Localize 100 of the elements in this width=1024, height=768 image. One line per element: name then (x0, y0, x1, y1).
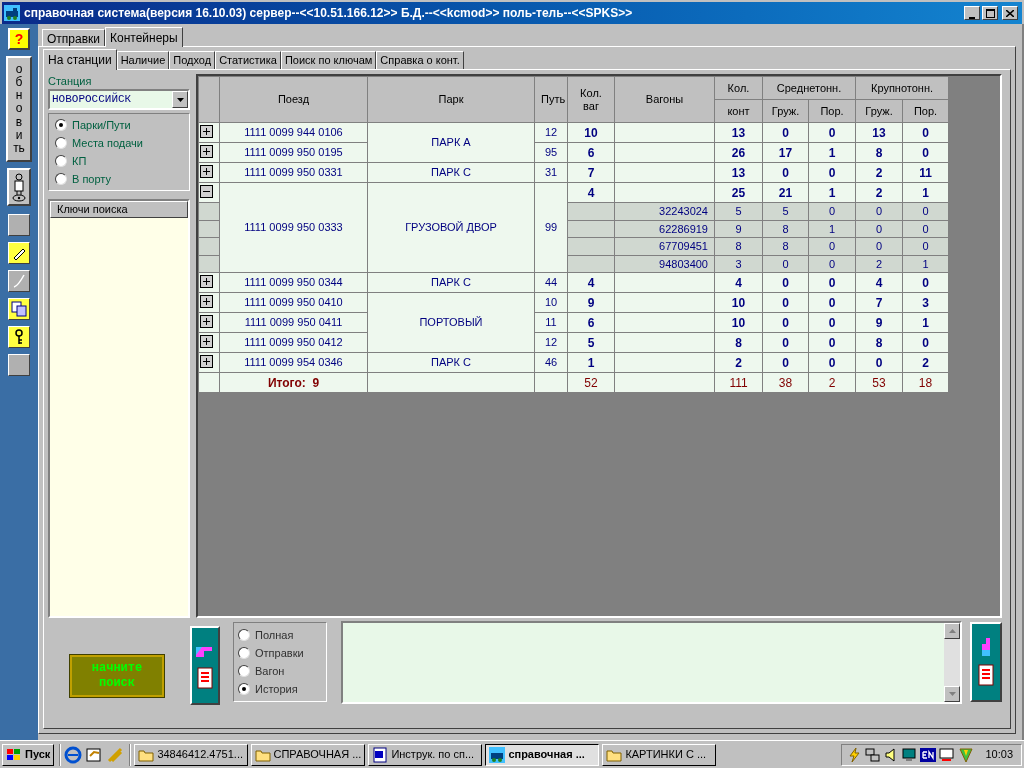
list-header: Ключи поиска (50, 201, 188, 218)
scrollbar[interactable] (944, 623, 960, 702)
taskbar-button[interactable]: 34846412.4751... (134, 743, 249, 766)
radio-button[interactable] (238, 683, 250, 695)
station-dropdown[interactable]: НОВОРОССИЙСК (48, 89, 190, 110)
tab[interactable]: Наличие (116, 51, 170, 69)
windows-flag-icon (6, 747, 22, 762)
line-icon (12, 274, 26, 288)
close-button[interactable] (1002, 6, 1018, 20)
radio-button[interactable] (55, 119, 67, 131)
tab[interactable]: Справка о конт. (376, 51, 464, 69)
minimize-icon (969, 17, 975, 19)
tool-button[interactable] (8, 298, 30, 320)
scroll-up-button[interactable] (944, 623, 960, 639)
folder-icon (138, 747, 155, 762)
monitor-icon[interactable] (901, 746, 918, 763)
table-cell: 1111 0099 950 0333 (219, 182, 368, 273)
plus-icon (202, 147, 211, 156)
dropdown-button[interactable] (172, 91, 188, 108)
column-header: Крупнотонн. (855, 76, 949, 100)
start-button[interactable]: Пуск (2, 743, 55, 766)
close-icon (1006, 9, 1014, 17)
radio-label: История (255, 681, 298, 697)
tab[interactable]: Отправки (42, 29, 105, 46)
folder-icon (255, 747, 271, 762)
radio-label: КП (72, 153, 87, 169)
column-header: Кол. (714, 76, 763, 100)
radio-label: Отправки (255, 645, 304, 661)
language-icon[interactable] (920, 747, 937, 762)
dropdown-arrow-icon (176, 97, 184, 102)
tab[interactable]: Статистика (215, 51, 281, 69)
network-icon[interactable] (865, 746, 882, 763)
train-icon (4, 5, 20, 21)
display-icon[interactable] (939, 746, 956, 763)
maximize-button[interactable] (982, 6, 998, 20)
radio-button[interactable] (55, 173, 67, 185)
station-value: НОВОРОССИЙСК (51, 91, 133, 107)
figure-icon (11, 172, 27, 202)
down-arrow-icon (948, 692, 956, 696)
expand-button[interactable] (200, 145, 213, 158)
minimize-button[interactable] (964, 6, 980, 20)
pencil-icon (12, 246, 26, 260)
expand-button[interactable] (200, 295, 213, 308)
scroll-icon (195, 666, 215, 689)
tool-button[interactable] (7, 168, 31, 206)
plus-icon (202, 277, 211, 286)
refresh-button[interactable]: обновить (6, 56, 32, 162)
column-header: Поезд (219, 76, 368, 123)
radio-button[interactable] (55, 137, 67, 149)
tab[interactable]: Поиск по ключам (280, 51, 377, 69)
radio-button[interactable] (238, 647, 250, 659)
expand-button[interactable] (200, 275, 213, 288)
tab[interactable]: Подход (169, 51, 216, 69)
tool-button[interactable] (8, 270, 30, 292)
print-button[interactable] (970, 622, 1002, 702)
maximize-icon (985, 8, 995, 18)
folder-icon (606, 747, 623, 762)
column-header: Вагоны (614, 76, 715, 123)
tool-button[interactable] (8, 354, 30, 376)
radio-button[interactable] (238, 665, 250, 677)
documents-icon (11, 301, 27, 317)
history-text-area[interactable] (341, 621, 962, 704)
expand-button[interactable] (200, 355, 213, 368)
taskbar-button[interactable]: справочная ... (485, 743, 600, 766)
column-header: Среднетонн. (762, 76, 856, 100)
radio-label: В порту (72, 171, 111, 187)
plus-icon (202, 167, 211, 176)
tool-button[interactable] (8, 326, 30, 348)
radio-button[interactable] (238, 629, 250, 641)
plus-icon (202, 357, 211, 366)
tool-button[interactable] (8, 214, 30, 236)
taskbar-button[interactable]: КАРТИНКИ С ... (602, 743, 717, 766)
key-icon (13, 329, 25, 345)
tab[interactable]: На станции (43, 49, 117, 70)
table-cell: ПАРК А (367, 122, 535, 163)
expand-button[interactable] (200, 165, 213, 178)
taskbar-button[interactable]: СПРАВОЧНАЯ ... (251, 743, 366, 766)
radio-label: Полная (255, 627, 294, 643)
plus-icon (202, 337, 211, 346)
document-icon (372, 746, 389, 763)
taskbar-button[interactable]: Инструк. по сп... (368, 743, 483, 766)
station-label: Станция (48, 74, 93, 88)
browser-icon[interactable] (64, 745, 83, 764)
clock: 10:03 (985, 747, 1013, 763)
tool-button[interactable] (8, 242, 30, 264)
plus-icon (202, 297, 211, 306)
report-button[interactable] (190, 626, 220, 705)
radio-label: Места подачи (72, 135, 143, 151)
expand-button[interactable] (200, 335, 213, 348)
expand-button[interactable] (200, 125, 213, 138)
radio-button[interactable] (55, 155, 67, 167)
plus-icon (202, 127, 211, 136)
scroll-down-button[interactable] (944, 686, 960, 702)
collapse-button[interactable] (200, 185, 213, 198)
help-button[interactable]: ? (8, 28, 30, 50)
table-cell: 99 (534, 182, 568, 273)
tab[interactable]: Контейнеры (105, 27, 183, 47)
expand-button[interactable] (200, 315, 213, 328)
radio-label: Парки/Пути (72, 117, 131, 133)
lightning-icon[interactable] (846, 746, 863, 763)
